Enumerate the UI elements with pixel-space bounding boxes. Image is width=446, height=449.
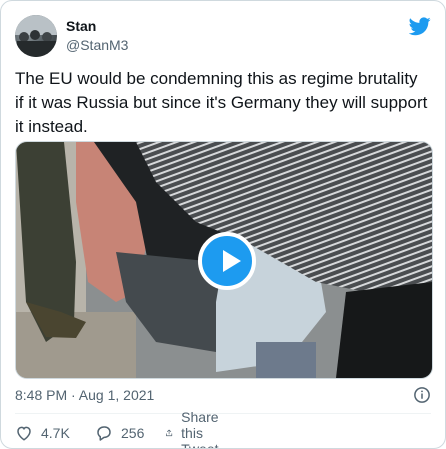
play-icon[interactable] — [198, 232, 256, 290]
like-button[interactable]: 4.7K — [15, 423, 70, 443]
share-button[interactable]: Share this Tweet — [165, 409, 228, 448]
info-icon[interactable] — [413, 386, 431, 404]
like-count: 4.7K — [41, 425, 70, 441]
reply-icon — [97, 426, 111, 441]
video-thumbnail[interactable] — [15, 141, 433, 379]
author-handle[interactable]: @StanM3 — [66, 37, 128, 53]
avatar[interactable] — [15, 15, 57, 57]
heart-icon — [17, 426, 31, 441]
author-name[interactable]: Stan — [66, 18, 96, 34]
reply-button[interactable]: 256 — [95, 423, 144, 443]
tweet-card[interactable]: Stan @StanM3 The EU would be condemning … — [0, 0, 446, 449]
share-label: Share this Tweet — [181, 409, 219, 449]
share-icon — [166, 429, 173, 437]
reply-count: 256 — [121, 425, 145, 441]
tweet-text: The EU would be condemning this as regim… — [15, 69, 428, 136]
tweet-header: Stan @StanM3 — [15, 15, 431, 59]
twitter-bird-icon[interactable] — [409, 15, 431, 37]
tweet-timestamp[interactable]: 8:48 PM · Aug 1, 2021 — [15, 387, 154, 403]
